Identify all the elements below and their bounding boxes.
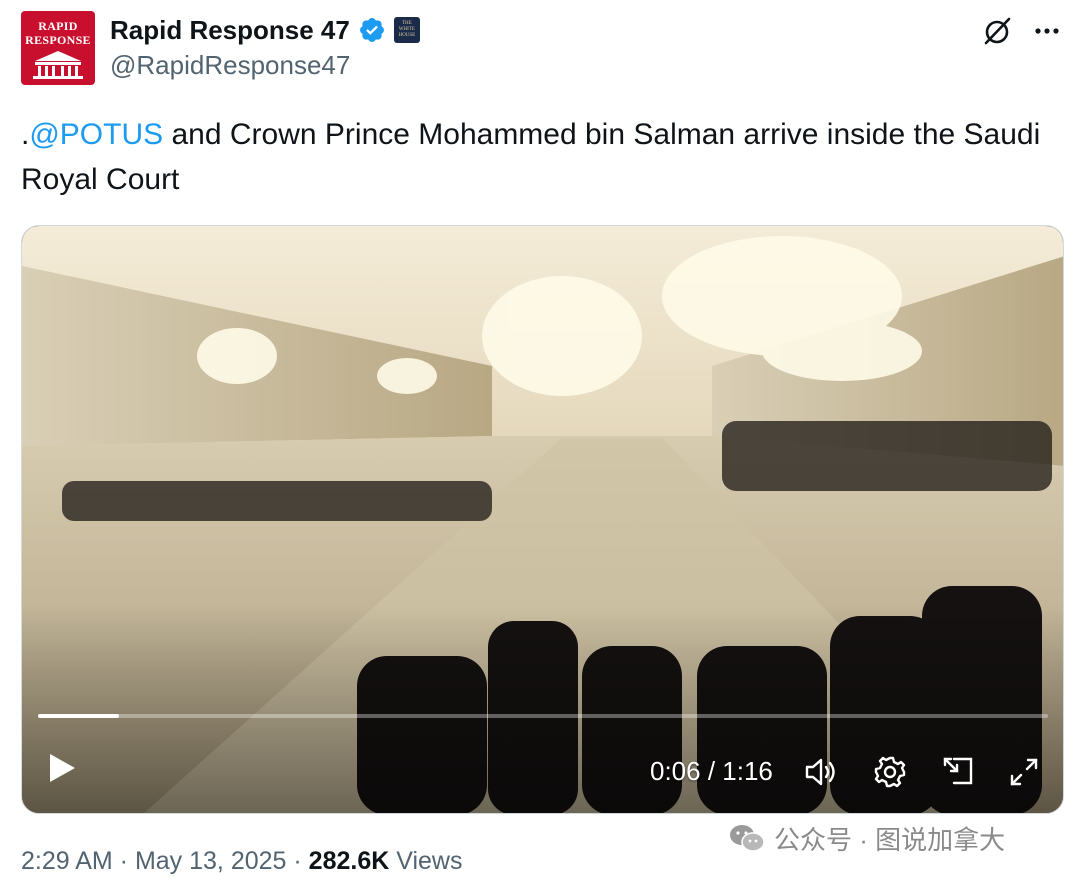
pip-icon [943, 757, 973, 785]
meta-separator: · [286, 847, 309, 875]
video-progress-bar[interactable] [38, 714, 1048, 718]
video-time-separator: / [700, 756, 723, 786]
settings-button[interactable] [870, 752, 910, 792]
settings-gear-icon [874, 756, 906, 788]
video-frame-image [22, 226, 1063, 813]
video-player[interactable]: 0:06 / 1:16 [21, 225, 1064, 814]
watermark-text: 公众号 · 图说加拿大 [774, 824, 1006, 855]
video-duration: 1:16 [722, 756, 773, 786]
video-time-display: 0:06 / 1:16 [650, 756, 773, 787]
tweet-time[interactable]: 2:29 AM [21, 847, 113, 875]
video-current-time: 0:06 [650, 756, 701, 786]
affiliate-badge-text: THE WHITE HOUSE [398, 21, 416, 38]
grok-icon[interactable] [980, 14, 1014, 48]
play-button[interactable] [44, 750, 80, 786]
tweet-meta: 2:29 AM · May 13, 2025 · 282.6K Views [21, 847, 462, 876]
account-name-row: Rapid Response 47 THE WHITE HOUSE [110, 12, 420, 48]
tweet-date[interactable]: May 13, 2025 [135, 847, 287, 875]
display-name[interactable]: Rapid Response 47 [110, 15, 350, 46]
views-count: 282.6K [308, 847, 390, 875]
video-progress-fill [38, 714, 119, 718]
account-handle[interactable]: @RapidResponse47 [110, 50, 350, 81]
volume-icon [805, 758, 835, 786]
volume-button[interactable] [802, 752, 842, 792]
white-house-logo-icon [33, 51, 83, 79]
fullscreen-button[interactable] [1004, 752, 1044, 792]
wechat-watermark: 公众号 · 图说加拿大 [728, 820, 1005, 856]
verified-badge-icon[interactable] [358, 16, 386, 44]
tweet-text: .@POTUS and Crown Prince Mohammed bin Sa… [21, 112, 1061, 202]
more-options-icon[interactable] [1030, 14, 1064, 48]
views-label: Views [389, 847, 463, 875]
fullscreen-icon [1010, 758, 1038, 786]
meta-separator: · [112, 847, 135, 875]
avatar-logo-text: RAPID RESPONSE [25, 19, 91, 47]
wechat-icon [730, 825, 765, 852]
tweet-text-body: and Crown Prince Mohammed bin Salman arr… [21, 118, 1041, 196]
mention-link[interactable]: @POTUS [29, 118, 163, 151]
white-house-affiliate-badge[interactable]: THE WHITE HOUSE [393, 17, 420, 43]
play-icon [50, 754, 75, 782]
avatar[interactable]: RAPID RESPONSE [21, 11, 95, 85]
picture-in-picture-button[interactable] [938, 752, 978, 792]
